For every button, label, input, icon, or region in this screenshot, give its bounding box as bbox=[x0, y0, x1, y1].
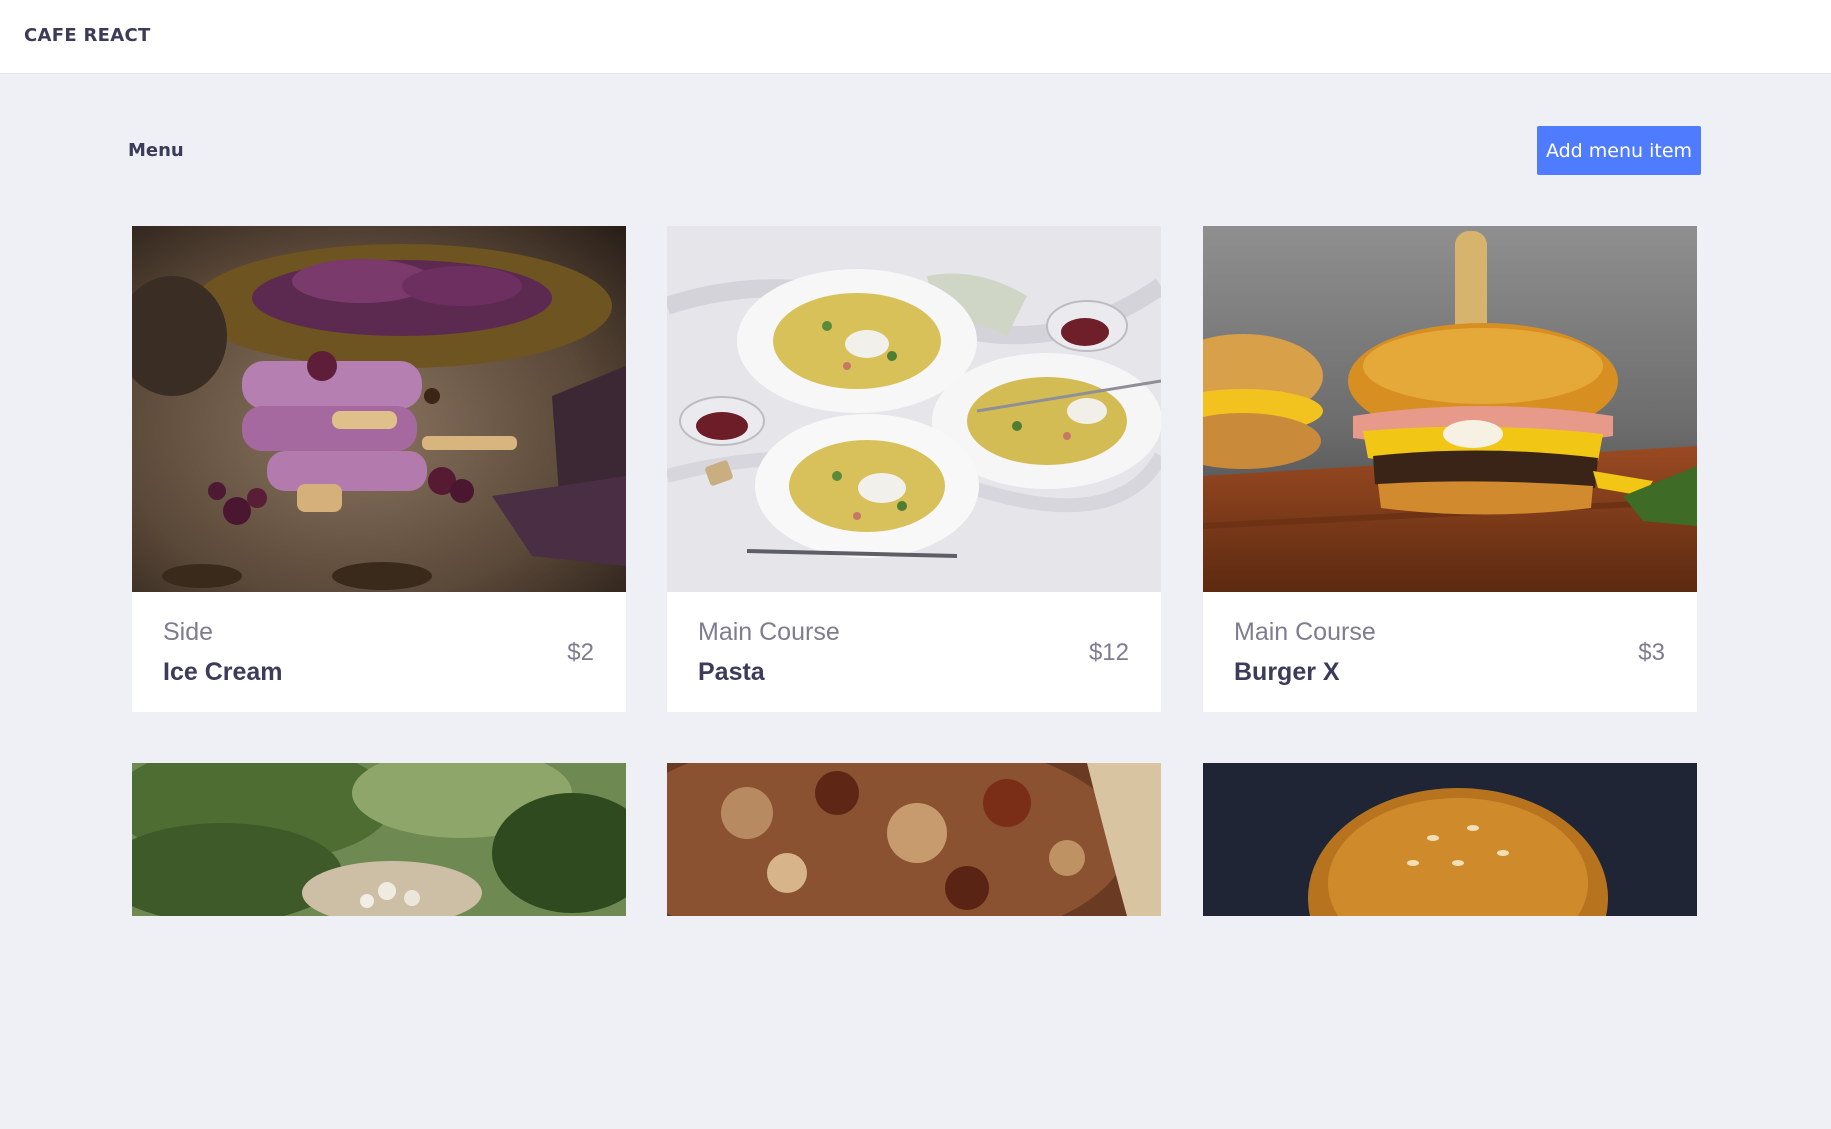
brand-logo-text[interactable]: CAFE REACT bbox=[24, 25, 151, 46]
ice-cream-photo bbox=[132, 226, 626, 592]
menu-item-price: $3 bbox=[1638, 639, 1665, 666]
menu-item-price: $2 bbox=[567, 639, 594, 666]
add-menu-item-button[interactable]: Add menu item bbox=[1537, 126, 1701, 175]
menu-item-category: Main Course bbox=[698, 618, 840, 646]
menu-card[interactable]: Main Course Pasta $12 bbox=[667, 226, 1161, 712]
menu-card[interactable] bbox=[667, 763, 1161, 916]
burger-bun-photo bbox=[1203, 763, 1697, 1129]
menu-item-price: $12 bbox=[1088, 639, 1129, 666]
menu-card-info: Main Course Pasta $12 bbox=[667, 592, 1161, 712]
menu-card[interactable] bbox=[1203, 763, 1697, 916]
menu-card[interactable]: Main Course Burger X $3 bbox=[1203, 226, 1697, 712]
menu-card-info: Main Course Burger X $3 bbox=[1203, 592, 1697, 712]
menu-card[interactable] bbox=[132, 763, 626, 916]
pasta-photo bbox=[667, 226, 1161, 592]
menu-item-name: Pasta bbox=[698, 658, 765, 686]
pizza-photo bbox=[667, 763, 1161, 1129]
menu-item-name: Ice Cream bbox=[163, 658, 283, 686]
page-title: Menu bbox=[128, 140, 184, 161]
menu-card[interactable]: Side Ice Cream $2 bbox=[132, 226, 626, 712]
salad-photo bbox=[132, 763, 626, 1129]
menu-item-category: Main Course bbox=[1234, 618, 1376, 646]
menu-item-category: Side bbox=[163, 618, 214, 646]
menu-item-name: Burger X bbox=[1234, 658, 1340, 686]
burger-photo bbox=[1203, 226, 1697, 592]
top-navbar: CAFE REACT bbox=[0, 0, 1831, 73]
menu-card-info: Side Ice Cream $2 bbox=[132, 592, 626, 712]
